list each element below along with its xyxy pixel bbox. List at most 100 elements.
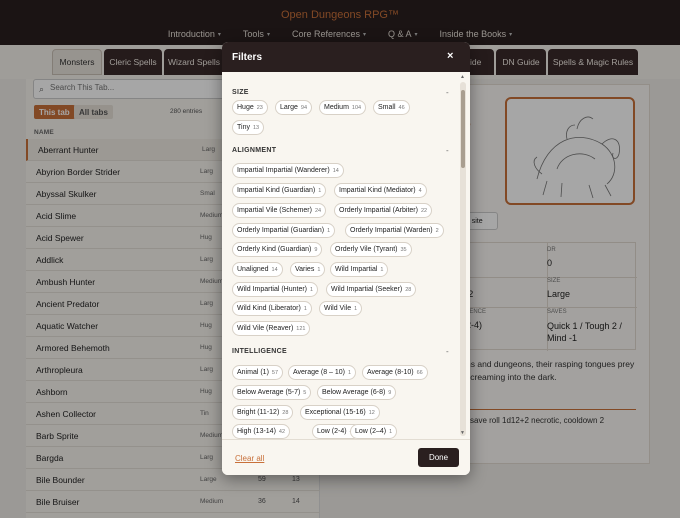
filter-section-title: ALIGNMENT bbox=[232, 147, 277, 154]
filter-chip-count: 1 bbox=[318, 187, 322, 194]
filter-chip-label: Orderly Vile (Tyrant) bbox=[335, 246, 398, 253]
filter-chip[interactable]: Wild Kind (Liberator) 1 bbox=[232, 301, 312, 316]
filter-chip[interactable]: Unaligned 14 bbox=[232, 262, 283, 277]
filter-chip[interactable]: Large 94 bbox=[275, 100, 313, 115]
scroll-down-icon[interactable]: ▼ bbox=[460, 430, 465, 436]
filter-chip-label: Orderly Kind (Guardian) bbox=[237, 246, 312, 253]
filter-chip-count: 14 bbox=[332, 167, 339, 174]
filter-chip-label: Below Average (5-7) bbox=[237, 389, 301, 396]
filter-chip-label: Impartial Vile (Schemer) bbox=[237, 207, 312, 214]
filter-chip-label: Bright (11-12) bbox=[237, 409, 280, 416]
filter-chip[interactable]: Impartial Impartial (Wanderer) 14 bbox=[232, 163, 344, 178]
filter-chip-label: Tiny bbox=[237, 124, 250, 131]
filter-chip-label: Average (8-10) bbox=[367, 369, 414, 376]
filter-chip-label: Varies bbox=[295, 266, 315, 273]
filter-chip[interactable]: High (13-14) 42 bbox=[232, 424, 291, 439]
filter-chip-label: Large bbox=[280, 104, 298, 111]
filter-chip[interactable]: Impartial Vile (Schemer) 24 bbox=[232, 203, 327, 218]
filter-chip[interactable]: Orderly Kind (Guardian) 9 bbox=[232, 242, 323, 257]
filter-chip[interactable]: Orderly Impartial (Guardian) 1 bbox=[232, 223, 336, 238]
filters-modal: Filters × ▲ ▼ SIZE - Huge 23 Large 94 Medium 10… bbox=[222, 42, 470, 475]
filter-chip[interactable]: Orderly Vile (Tyrant) 35 bbox=[330, 242, 412, 257]
filter-chip-count: 1 bbox=[310, 286, 314, 293]
filter-chip-count: 9 bbox=[314, 246, 318, 253]
collapse-icon[interactable]: - bbox=[446, 88, 449, 97]
filter-chip-label: Orderly Impartial (Warden) bbox=[350, 227, 433, 234]
filter-section-title: SIZE bbox=[232, 89, 249, 96]
filter-chip[interactable]: Varies 1 bbox=[290, 262, 326, 277]
filter-chip-count: 42 bbox=[278, 428, 286, 435]
filter-chip-label: Animal (1) bbox=[237, 369, 269, 376]
filter-chip[interactable]: Orderly Impartial (Warden) 2 bbox=[345, 223, 444, 238]
filter-chip-count: 1 bbox=[389, 428, 393, 435]
filter-chip-label: High (13-14) bbox=[237, 428, 276, 435]
filter-chip-count: 35 bbox=[400, 246, 407, 253]
filter-chip[interactable]: Bright (11-12) 28 bbox=[232, 405, 294, 420]
filter-chip[interactable]: Huge 23 bbox=[232, 100, 268, 115]
filter-chip-count: 66 bbox=[416, 369, 423, 376]
filter-chip[interactable]: Below Average (5-7) 5 bbox=[232, 385, 312, 400]
modal-body: ▲ ▼ SIZE - Huge 23 Large 94 Medium 104 Small 46 Ti… bbox=[222, 72, 470, 439]
filter-chip[interactable]: Average (8-10) 66 bbox=[362, 365, 428, 380]
filter-chip-count: 1 bbox=[327, 227, 331, 234]
filter-chip[interactable]: Below Average (6-8) 9 bbox=[317, 385, 397, 400]
filter-chip-label: Exceptional (15-16) bbox=[305, 409, 366, 416]
filter-chip-label: Low (2–4) bbox=[355, 428, 387, 435]
filter-chip-label: Medium bbox=[324, 104, 349, 111]
filter-chip-label: Unaligned bbox=[237, 266, 269, 273]
filter-chip-count: 57 bbox=[271, 369, 279, 376]
filter-chip-label: Impartial Impartial (Wanderer) bbox=[237, 167, 330, 174]
filter-chip-label: Huge bbox=[237, 104, 254, 111]
filter-chip-label: Low (2-4) bbox=[317, 428, 347, 435]
filter-chip-label: Wild Kind (Liberator) bbox=[237, 305, 301, 312]
filter-chip-count: 13 bbox=[252, 124, 260, 131]
scrollbar-thumb[interactable] bbox=[461, 90, 465, 168]
modal-title: Filters bbox=[232, 52, 263, 63]
filter-chip-label: Wild Impartial (Hunter) bbox=[237, 286, 308, 293]
filter-chip-count: 9 bbox=[388, 389, 392, 396]
filter-chip[interactable]: Tiny 13 bbox=[232, 120, 265, 135]
filter-chip[interactable]: Average (8 – 10) 1 bbox=[288, 365, 357, 380]
filter-chip-label: Wild Impartial bbox=[335, 266, 378, 273]
filter-chip[interactable]: Wild Impartial (Hunter) 1 bbox=[232, 282, 319, 297]
filter-chip-label: Below Average (6-8) bbox=[322, 389, 386, 396]
filter-chip[interactable]: Wild Impartial (Seeker) 28 bbox=[326, 282, 417, 297]
filter-chip-label: Orderly Impartial (Guardian) bbox=[237, 227, 325, 234]
modal-header: Filters × bbox=[222, 42, 470, 72]
filter-chip[interactable]: Wild Vile (Reaver) 121 bbox=[232, 321, 311, 336]
filter-chip-count: 1 bbox=[348, 369, 352, 376]
filter-chip[interactable]: Wild Vile 1 bbox=[319, 301, 363, 316]
filter-chip-count: 1 bbox=[354, 305, 358, 312]
filter-chip[interactable]: Exceptional (15-16) 12 bbox=[300, 405, 380, 420]
collapse-icon[interactable]: - bbox=[446, 146, 449, 155]
filter-chip[interactable]: Orderly Impartial (Arbiter) 22 bbox=[334, 203, 433, 218]
filter-chip-count: 24 bbox=[314, 207, 322, 214]
close-icon[interactable]: × bbox=[447, 50, 453, 62]
filter-chip-label: Wild Vile (Reaver) bbox=[237, 325, 294, 332]
filter-chip-count: 4 bbox=[418, 187, 422, 194]
filter-chip-label: Wild Vile bbox=[324, 305, 352, 312]
filter-chip-label: Small bbox=[378, 104, 396, 111]
filter-chip-count: 1 bbox=[303, 305, 307, 312]
filter-chip[interactable]: Impartial Kind (Guardian) 1 bbox=[232, 183, 327, 198]
filter-chip-count: 23 bbox=[256, 104, 263, 111]
clear-all-link[interactable]: Clear all bbox=[235, 454, 264, 463]
filter-chip-label: Average (8 – 10) bbox=[293, 369, 346, 376]
filter-chip-count: 46 bbox=[398, 104, 405, 111]
filter-chip-label: Impartial Kind (Mediator) bbox=[339, 187, 416, 194]
filter-chip[interactable]: Low (2–4) 1 bbox=[350, 424, 398, 439]
scroll-up-icon[interactable]: ▲ bbox=[460, 74, 465, 80]
filter-chip-label: Orderly Impartial (Arbiter) bbox=[339, 207, 418, 214]
filter-chip[interactable]: Small 46 bbox=[373, 100, 410, 115]
filter-chip-count: 104 bbox=[351, 104, 362, 111]
filter-chip-label: Impartial Kind (Guardian) bbox=[237, 187, 316, 194]
filter-chip-count: 94 bbox=[300, 104, 308, 111]
filter-chip[interactable]: Animal (1) 57 bbox=[232, 365, 284, 380]
done-button[interactable]: Done bbox=[418, 448, 459, 467]
filter-chip[interactable]: Medium 104 bbox=[319, 100, 367, 115]
collapse-icon[interactable]: - bbox=[446, 347, 449, 356]
modal-footer: Clear all Done bbox=[222, 439, 470, 475]
filter-chip[interactable]: Impartial Kind (Mediator) 4 bbox=[334, 183, 427, 198]
filter-chip-count: 22 bbox=[420, 207, 428, 214]
filter-chip[interactable]: Wild Impartial 1 bbox=[330, 262, 389, 277]
